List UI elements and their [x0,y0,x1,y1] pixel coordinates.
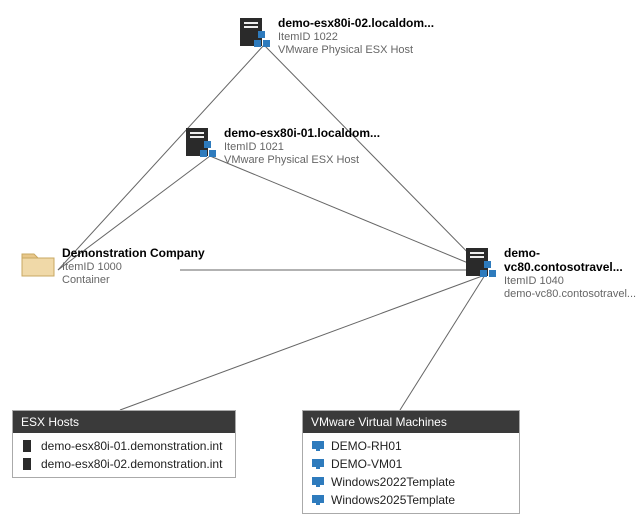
host-icon [21,457,35,471]
panel-body: DEMO-RH01 DEMO-VM01 Windows2022Template … [303,433,519,513]
list-item[interactable]: Windows2022Template [309,473,513,491]
node-itemid: ItemID 1022 [278,31,434,43]
node-itemid: ItemID 1021 [224,141,380,153]
node-vcenter[interactable]: demo-vc80.contosotravel... ItemID 1040 d… [460,246,638,300]
folder-icon [18,246,56,283]
node-company[interactable]: Demonstration Company ItemID 1000 Contai… [18,246,205,286]
node-itemid: ItemID 1000 [62,261,205,273]
node-title: demo-esx80i-01.localdom... [224,126,380,140]
item-label: Windows2022Template [331,475,455,489]
node-title: Demonstration Company [62,246,205,260]
host-icon [21,439,35,453]
monitor-icon [311,475,325,489]
node-esx01[interactable]: demo-esx80i-01.localdom... ItemID 1021 V… [180,126,380,167]
panel-body: demo-esx80i-01.demonstration.int demo-es… [13,433,235,477]
panel-header: VMware Virtual Machines [303,411,519,433]
panel-header: ESX Hosts [13,411,235,433]
list-item[interactable]: demo-esx80i-01.demonstration.int [19,437,229,455]
node-title: demo-esx80i-02.localdom... [278,16,434,30]
item-label: DEMO-VM01 [331,457,402,471]
node-desc: VMware Physical ESX Host [278,44,434,56]
list-item[interactable]: DEMO-VM01 [309,455,513,473]
node-esx02[interactable]: demo-esx80i-02.localdom... ItemID 1022 V… [234,16,434,57]
monitor-icon [311,439,325,453]
server-icon [234,16,272,57]
list-item[interactable]: DEMO-RH01 [309,437,513,455]
node-desc: VMware Physical ESX Host [224,154,380,166]
panel-vms: VMware Virtual Machines DEMO-RH01 DEMO-V… [302,410,520,514]
node-desc: Container [62,274,205,286]
list-item[interactable]: demo-esx80i-02.demonstration.int [19,455,229,473]
server-icon [460,246,498,287]
list-item[interactable]: Windows2025Template [309,491,513,509]
server-icon [180,126,218,167]
item-label: DEMO-RH01 [331,439,402,453]
monitor-icon [311,457,325,471]
item-label: demo-esx80i-01.demonstration.int [41,439,222,453]
node-desc: demo-vc80.contosotravel... [504,288,638,300]
panel-esx-hosts: ESX Hosts demo-esx80i-01.demonstration.i… [12,410,236,478]
node-title: demo-vc80.contosotravel... [504,246,638,274]
item-label: demo-esx80i-02.demonstration.int [41,457,222,471]
node-itemid: ItemID 1040 [504,275,638,287]
monitor-icon [311,493,325,507]
item-label: Windows2025Template [331,493,455,507]
